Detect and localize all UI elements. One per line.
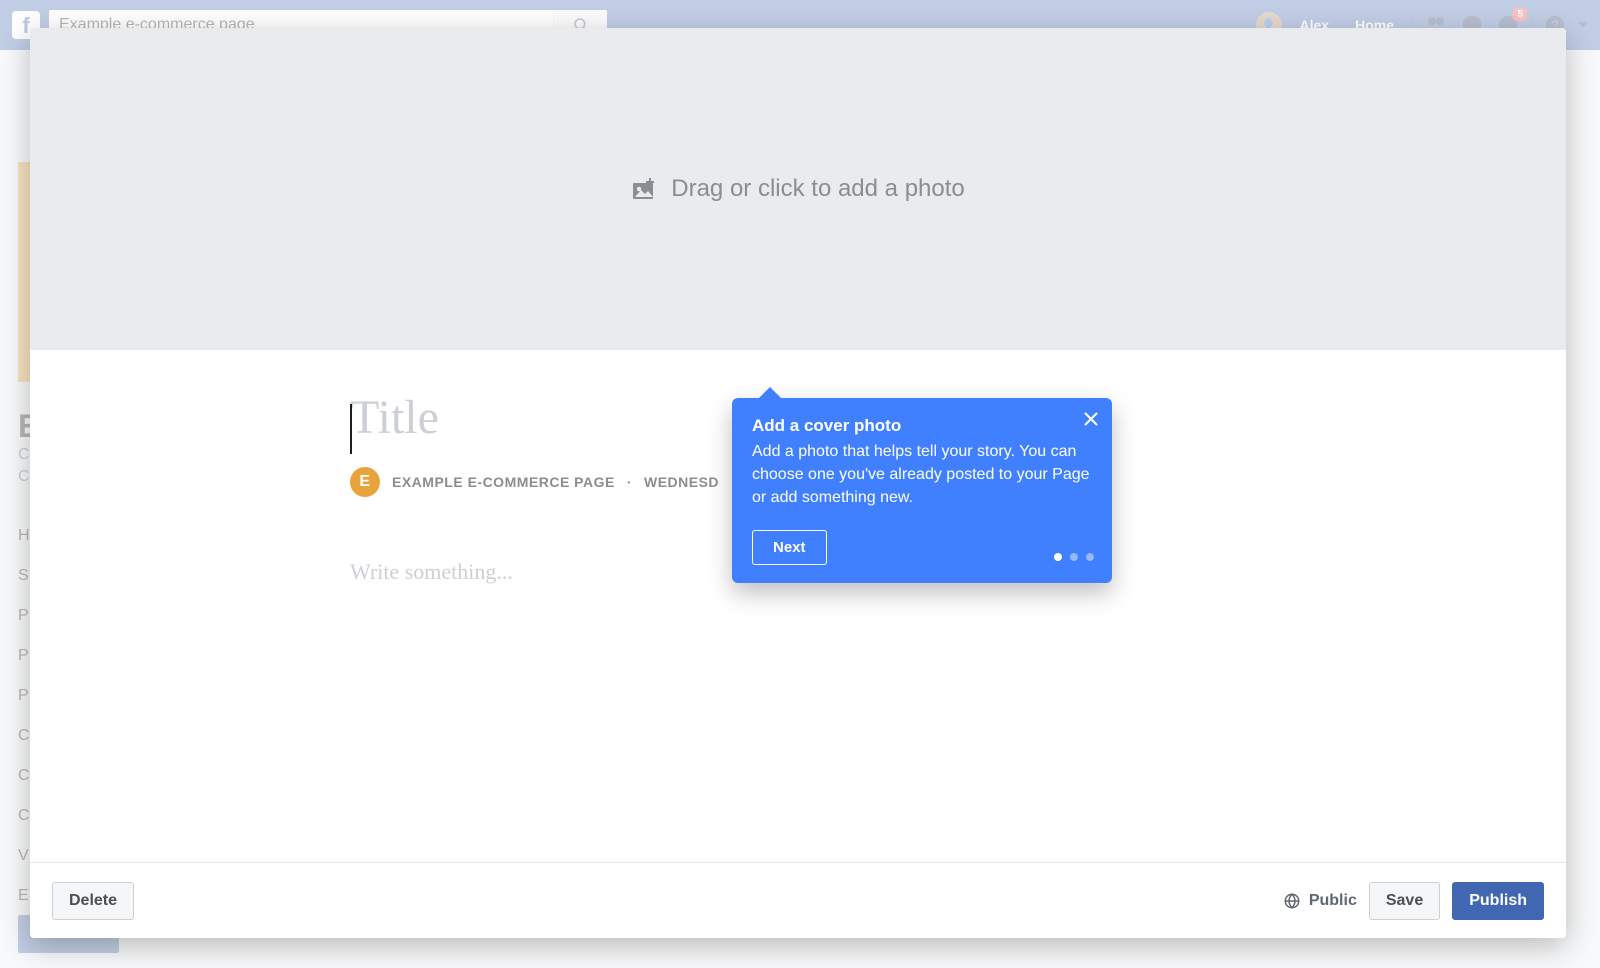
privacy-selector[interactable]: Public	[1283, 892, 1357, 910]
popover-arrow	[758, 387, 782, 399]
save-button[interactable]: Save	[1369, 882, 1440, 920]
note-page-name[interactable]: EXAMPLE E-COMMERCE PAGE	[392, 474, 615, 490]
tip-step-dot[interactable]	[1054, 553, 1062, 561]
cover-photo-tip-popover: Add a cover photo Add a photo that helps…	[732, 398, 1112, 583]
tip-step-dots	[1054, 553, 1094, 561]
tip-next-button[interactable]: Next	[752, 530, 827, 565]
text-caret	[350, 404, 352, 454]
cover-photo-dropzone[interactable]: Drag or click to add a photo	[30, 28, 1566, 350]
note-editor-footer: Delete Public Save Publish	[30, 862, 1566, 938]
delete-button[interactable]: Delete	[52, 882, 134, 920]
tip-body: Add a photo that helps tell your story. …	[752, 440, 1092, 510]
publish-button[interactable]: Publish	[1452, 882, 1544, 920]
tip-step-dot[interactable]	[1070, 553, 1078, 561]
cover-drop-label: Drag or click to add a photo	[671, 175, 965, 203]
separator-dot: ·	[627, 474, 632, 490]
close-icon	[1084, 412, 1098, 426]
tip-step-dot[interactable]	[1086, 553, 1094, 561]
page-avatar-icon[interactable]: E	[350, 467, 380, 497]
add-photo-icon	[631, 178, 657, 200]
note-editor-modal: Drag or click to add a photo E EXAMPLE E…	[30, 28, 1566, 938]
globe-icon	[1283, 892, 1301, 910]
tip-title: Add a cover photo	[752, 416, 1092, 436]
privacy-label: Public	[1309, 892, 1357, 910]
note-date: WEDNESD	[644, 474, 719, 490]
tip-close-button[interactable]	[1084, 410, 1098, 431]
